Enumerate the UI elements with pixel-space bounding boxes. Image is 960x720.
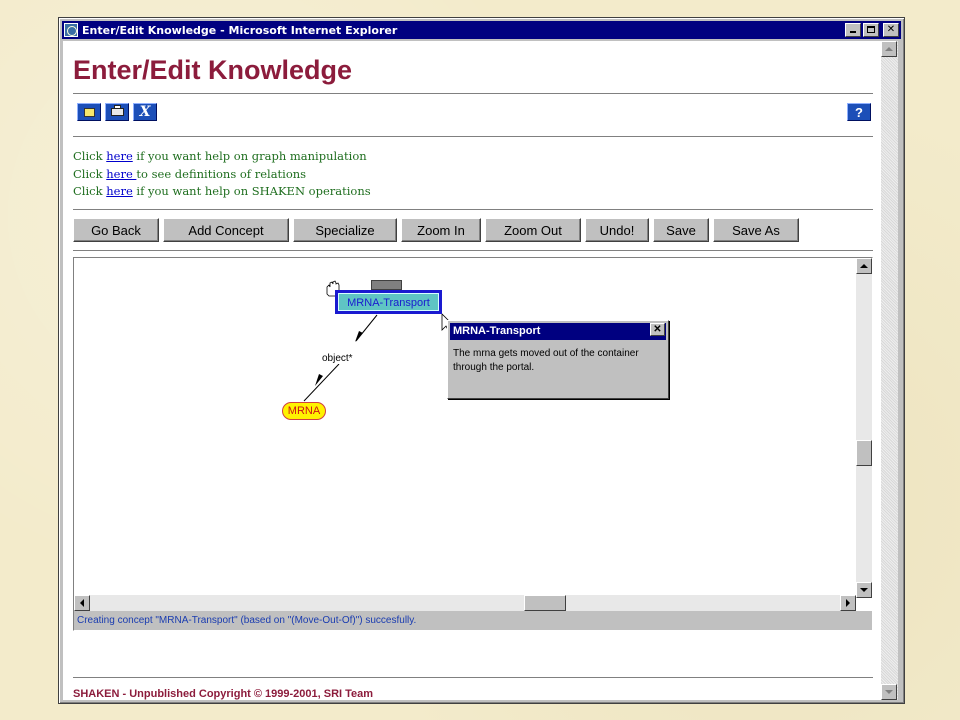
help-shaken-link[interactable]: here: [106, 184, 133, 198]
status-message: Creating concept "MRNA-Transport" (based…: [74, 611, 872, 630]
graph-edges: [303, 280, 454, 402]
graph-vertical-scrollbar[interactable]: [856, 258, 872, 598]
graph-panel: MRNA-Transport object* MRNA MRNA-Transpo…: [73, 257, 873, 631]
copyright-footer: SHAKEN - Unpublished Copyright © 1999-20…: [73, 688, 374, 700]
zoom-in-button[interactable]: Zoom In: [401, 218, 481, 242]
divider: [73, 136, 873, 138]
page-scroll-up-button[interactable]: [881, 41, 897, 57]
divider: [73, 250, 873, 252]
scroll-left-button[interactable]: [74, 595, 90, 611]
left-arrow-icon: [80, 599, 84, 607]
print-button[interactable]: [105, 103, 129, 121]
go-back-button[interactable]: Go Back: [73, 218, 159, 242]
popup-title: MRNA-Transport: [450, 323, 666, 340]
add-concept-button[interactable]: Add Concept: [163, 218, 289, 242]
browser-window: Enter/Edit Knowledge - Microsoft Interne…: [58, 17, 905, 704]
print-icon: [110, 105, 124, 116]
scroll-down-button[interactable]: [856, 582, 872, 598]
zoom-out-button[interactable]: Zoom Out: [485, 218, 581, 242]
save-as-button[interactable]: Save As: [713, 218, 799, 242]
maximize-button[interactable]: [863, 23, 879, 37]
down-arrow-icon: [860, 588, 868, 592]
scroll-thumb[interactable]: [856, 440, 872, 466]
concept-handle[interactable]: [371, 280, 402, 290]
help-icon: ?: [855, 104, 863, 120]
horizontal-scroll-thumb[interactable]: [524, 595, 566, 611]
up-arrow-icon: [885, 47, 893, 51]
concept-node-mrna-transport[interactable]: MRNA-Transport: [335, 290, 442, 314]
help-graph-link[interactable]: here: [106, 149, 133, 163]
new-icon: [83, 107, 95, 117]
scroll-right-button[interactable]: [840, 595, 856, 611]
right-arrow-icon: [846, 599, 850, 607]
down-arrow-icon: [885, 690, 893, 694]
specialize-button[interactable]: Specialize: [293, 218, 397, 242]
help-button[interactable]: ?: [847, 103, 871, 121]
concept-node-mrna[interactable]: MRNA: [282, 402, 326, 420]
divider: [73, 93, 873, 95]
undo-button[interactable]: Undo!: [585, 218, 649, 242]
scroll-up-button[interactable]: [856, 258, 872, 274]
divider: [73, 209, 873, 211]
edge-label[interactable]: object*: [322, 353, 353, 364]
help-line-graph: Click here if you want help on graph man…: [73, 149, 367, 163]
concept-popup: MRNA-Transport ✕ The mrna gets moved out…: [447, 320, 669, 399]
save-button[interactable]: Save: [653, 218, 709, 242]
edge-arrow: [355, 331, 363, 342]
concept-label: MRNA-Transport: [338, 293, 439, 311]
popup-close-button[interactable]: ✕: [650, 323, 665, 336]
divider: [73, 677, 873, 679]
graph-canvas[interactable]: MRNA-Transport object* MRNA MRNA-Transpo…: [74, 258, 856, 598]
new-button[interactable]: [77, 103, 101, 121]
help-relations-link[interactable]: here: [106, 167, 136, 181]
help-line-relations: Click here to see definitions of relatio…: [73, 167, 307, 181]
window-title: Enter/Edit Knowledge - Microsoft Interne…: [82, 23, 398, 37]
graph-horizontal-scrollbar[interactable]: [74, 595, 856, 611]
up-arrow-icon: [860, 264, 868, 268]
popup-description: The mrna gets moved out of the container…: [453, 348, 639, 373]
close-button[interactable]: ✕: [883, 23, 899, 37]
cut-button[interactable]: X: [133, 103, 157, 121]
page-vertical-scrollbar[interactable]: [881, 41, 898, 700]
page-title: Enter/Edit Knowledge: [73, 55, 353, 85]
page-content: Enter/Edit Knowledge X ? Click here if y…: [63, 41, 881, 700]
edge-arrow: [315, 374, 323, 386]
minimize-button[interactable]: [845, 23, 861, 37]
help-line-shaken: Click here if you want help on SHAKEN op…: [73, 184, 371, 198]
title-bar: Enter/Edit Knowledge - Microsoft Interne…: [62, 21, 901, 39]
page-scroll-down-button[interactable]: [881, 684, 897, 700]
ie-icon: [64, 23, 78, 37]
cut-icon: X: [139, 104, 151, 120]
